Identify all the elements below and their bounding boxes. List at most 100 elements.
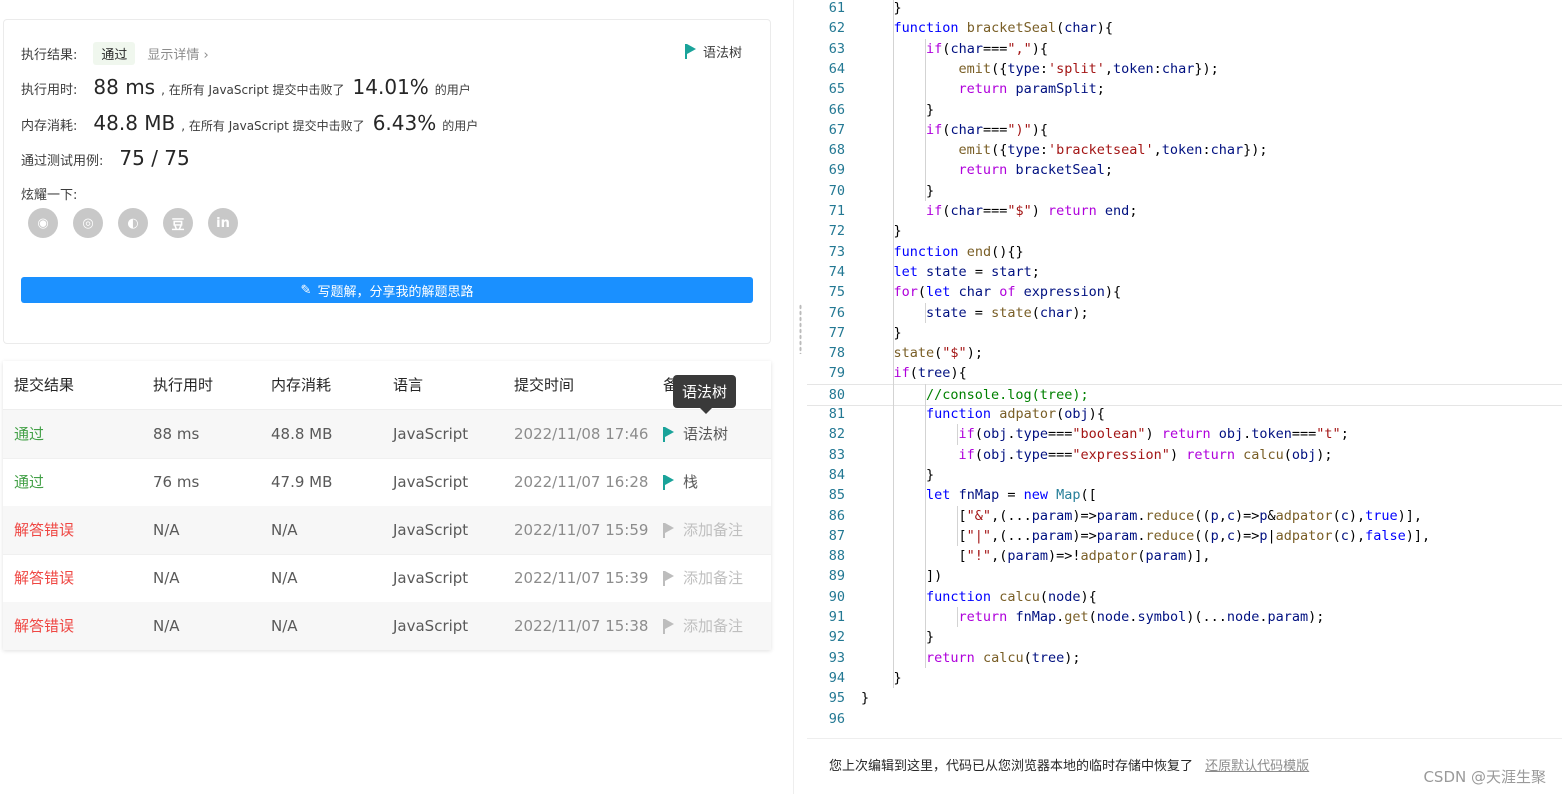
header-runtime[interactable]: 执行用时 xyxy=(153,361,213,409)
restore-default-link[interactable]: 还原默认代码模版 xyxy=(1205,759,1309,774)
row-status[interactable]: 解答错误 xyxy=(14,506,74,554)
line-number: 79 xyxy=(828,365,845,382)
row-status[interactable]: 解答错误 xyxy=(14,554,74,602)
wechat-icon[interactable]: ◉ xyxy=(28,208,58,238)
row-status[interactable]: 通过 xyxy=(14,410,44,458)
code-line[interactable]: 62 function bracketSeal(char){ xyxy=(807,18,1562,38)
code-text: } xyxy=(861,101,935,118)
header-memory[interactable]: 内存消耗 xyxy=(271,361,331,409)
row-memory: N/A xyxy=(271,617,298,635)
line-number: 96 xyxy=(828,710,845,727)
line-number: 68 xyxy=(828,142,845,159)
row-status[interactable]: 解答错误 xyxy=(14,602,74,650)
code-line[interactable]: 93 return calcu(tree); xyxy=(807,648,1562,668)
code-text: } xyxy=(861,223,902,240)
write-solution-button[interactable]: ✎ 写题解，分享我的解题思路 xyxy=(21,277,753,303)
table-row[interactable]: 解答错误 N/A N/A JavaScript 2022/11/07 15:39… xyxy=(3,554,771,603)
code-line[interactable]: 63 if(char===","){ xyxy=(807,39,1562,59)
row-language: JavaScript xyxy=(393,425,469,443)
code-line[interactable]: 90 function calcu(node){ xyxy=(807,587,1562,607)
ast-button[interactable]: 语法树 xyxy=(684,42,742,61)
line-number: 88 xyxy=(828,548,845,565)
table-row[interactable]: 解答错误 N/A N/A JavaScript 2022/11/07 15:59… xyxy=(3,506,771,555)
row-memory: N/A xyxy=(271,569,298,587)
code-line[interactable]: 66 } xyxy=(807,100,1562,120)
row-runtime: 88 ms xyxy=(153,425,200,443)
code-line[interactable]: 81 function adpator(obj){ xyxy=(807,404,1562,424)
line-number: 75 xyxy=(828,284,845,301)
panel-resize-handle[interactable] xyxy=(793,0,808,794)
line-number: 94 xyxy=(828,669,845,686)
row-note[interactable]: 添加备注 xyxy=(663,554,743,602)
result-row: 执行结果: 通过 显示详情 › xyxy=(21,42,209,65)
row-status[interactable]: 通过 xyxy=(14,458,44,506)
code-line[interactable]: 67 if(char===")"){ xyxy=(807,120,1562,140)
row-runtime: N/A xyxy=(153,617,180,635)
code-line[interactable]: 78 state("$"); xyxy=(807,343,1562,363)
code-line[interactable]: 94 } xyxy=(807,668,1562,688)
code-line[interactable]: 68 emit({type:'bracketseal',token:char})… xyxy=(807,140,1562,160)
code-line[interactable]: 95} xyxy=(807,688,1562,708)
code-text: emit({type:'bracketseal',token:char}); xyxy=(958,142,1268,159)
code-text: let fnMap = new Map([ xyxy=(926,487,1097,504)
code-line[interactable]: 79 if(tree){ xyxy=(807,363,1562,383)
runtime-label: 执行用时: xyxy=(21,83,78,98)
show-details-link[interactable]: 显示详情 › xyxy=(147,44,208,63)
weibo-icon[interactable]: ◎ xyxy=(73,208,103,238)
code-text: return fnMap.get(node.symbol)(...node.pa… xyxy=(958,609,1325,625)
linkedin-icon[interactable]: in xyxy=(208,208,238,238)
code-line[interactable]: 80 //console.log(tree); xyxy=(807,383,1562,406)
table-row[interactable]: 通过 88 ms 48.8 MB JavaScript 2022/11/08 1… xyxy=(3,410,771,459)
code-line[interactable]: 74 let state = start; xyxy=(807,262,1562,282)
code-line[interactable]: 91 return fnMap.get(node.symbol)(...node… xyxy=(807,607,1562,627)
line-number: 61 xyxy=(828,0,845,16)
code-text: ["!",(param)=>!adpator(param)], xyxy=(861,548,1211,565)
douban-icon[interactable]: 豆 xyxy=(163,208,193,238)
code-line[interactable]: 75 for(let char of expression){ xyxy=(807,282,1562,302)
watermark: CSDN @天涯生聚 xyxy=(1423,768,1546,786)
table-row[interactable]: 解答错误 N/A N/A JavaScript 2022/11/07 15:38… xyxy=(3,602,771,650)
header-time[interactable]: 提交时间 xyxy=(514,361,574,409)
code-editor[interactable]: 61 } 62 function bracketSeal(char){63 if(… xyxy=(807,0,1562,738)
restore-message: 您上次编辑到这里，代码已从您浏览器本地的临时存储中恢复了 xyxy=(829,759,1194,774)
code-text: if(char==="$") return end; xyxy=(926,203,1138,219)
table-row[interactable]: 通过 76 ms 47.9 MB JavaScript 2022/11/07 1… xyxy=(3,458,771,507)
row-language: JavaScript xyxy=(393,617,469,635)
code-line[interactable]: 72 } xyxy=(807,221,1562,241)
code-line[interactable]: 84 } xyxy=(807,465,1562,485)
code-line[interactable]: 65 return paramSplit; xyxy=(807,79,1562,99)
row-note[interactable]: 语法树 xyxy=(663,410,728,458)
header-language[interactable]: 语言 xyxy=(393,361,423,409)
flag-icon xyxy=(663,426,675,442)
code-line[interactable]: 85 let fnMap = new Map([ xyxy=(807,485,1562,505)
code-line[interactable]: 76 state = state(char); xyxy=(807,303,1562,323)
line-number: 86 xyxy=(828,507,845,524)
row-note[interactable]: 添加备注 xyxy=(663,506,743,554)
line-number: 92 xyxy=(828,629,845,646)
header-status[interactable]: 提交结果 xyxy=(14,361,74,409)
line-number: 90 xyxy=(828,588,845,605)
row-note[interactable]: 栈 xyxy=(663,458,698,506)
row-language: JavaScript xyxy=(393,521,469,539)
testcases-value: 75 / 75 xyxy=(119,146,190,170)
code-line[interactable]: 89 ]) xyxy=(807,566,1562,586)
code-line[interactable]: 86 ["&",(...param)=>param.reduce((p,c)=>… xyxy=(807,506,1562,526)
code-line[interactable]: 69 return bracketSeal; xyxy=(807,160,1562,180)
drag-handle-icon xyxy=(799,304,802,354)
status-badge: 通过 xyxy=(93,42,136,65)
code-line[interactable]: 61 } xyxy=(807,0,1562,18)
row-note[interactable]: 添加备注 xyxy=(663,602,743,650)
code-line[interactable]: 70 } xyxy=(807,181,1562,201)
code-line[interactable]: 73 function end(){} xyxy=(807,242,1562,262)
code-line[interactable]: 77 } xyxy=(807,323,1562,343)
code-line[interactable]: 82 if(obj.type==="boolean") return obj.t… xyxy=(807,424,1562,444)
code-line[interactable]: 83 if(obj.type==="expression") return ca… xyxy=(807,445,1562,465)
tooltip: 语法树 xyxy=(673,375,737,414)
code-line[interactable]: 96 xyxy=(807,709,1562,729)
code-line[interactable]: 87 ["|",(...param)=>param.reduce((p,c)=>… xyxy=(807,526,1562,546)
code-line[interactable]: 92 } xyxy=(807,627,1562,647)
code-line[interactable]: 71 if(char==="$") return end; xyxy=(807,201,1562,221)
code-line[interactable]: 88 ["!",(param)=>!adpator(param)], xyxy=(807,546,1562,566)
code-line[interactable]: 64 emit({type:'split',token:char}); xyxy=(807,59,1562,79)
qq-icon[interactable]: ◐ xyxy=(118,208,148,238)
